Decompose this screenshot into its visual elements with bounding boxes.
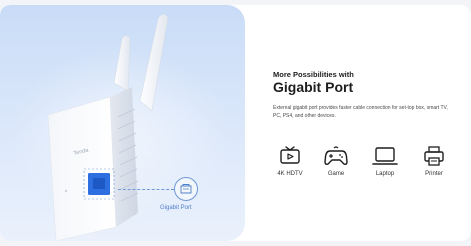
section-title: Gigabit Port: [273, 79, 354, 95]
feature-label: 4K HDTV: [277, 171, 303, 177]
feature-label: Game: [327, 171, 345, 177]
callout-label: Gigabit Port: [160, 205, 192, 211]
product-image-panel: Tenda Gigabit Port: [0, 5, 245, 241]
feature-label: Laptop: [375, 171, 395, 177]
callout-connector: [118, 189, 174, 190]
printer-icon: [424, 146, 444, 166]
section-subtitle: More Possibilities with: [273, 70, 354, 79]
product-feature-card: Tenda Gigabit Port More Possibilities wi…: [0, 5, 471, 241]
ethernet-port-icon: [174, 177, 198, 201]
device-feature-list: 4K HDTV Game Laptop Printer: [268, 145, 456, 190]
feature-item-laptop: Laptop: [363, 145, 407, 177]
feature-item-printer: Printer: [412, 145, 456, 177]
laptop-icon: [372, 147, 398, 165]
feature-item-game: Game: [314, 145, 358, 177]
feature-label: Printer: [425, 171, 443, 177]
gamepad-icon: [324, 146, 348, 165]
feature-item-4k-hdtv: 4K HDTV: [268, 145, 312, 177]
tv-icon: [280, 146, 300, 164]
range-extender-image: Tenda: [47, 14, 169, 241]
section-description: External gigabit port provides faster ca…: [273, 105, 448, 119]
